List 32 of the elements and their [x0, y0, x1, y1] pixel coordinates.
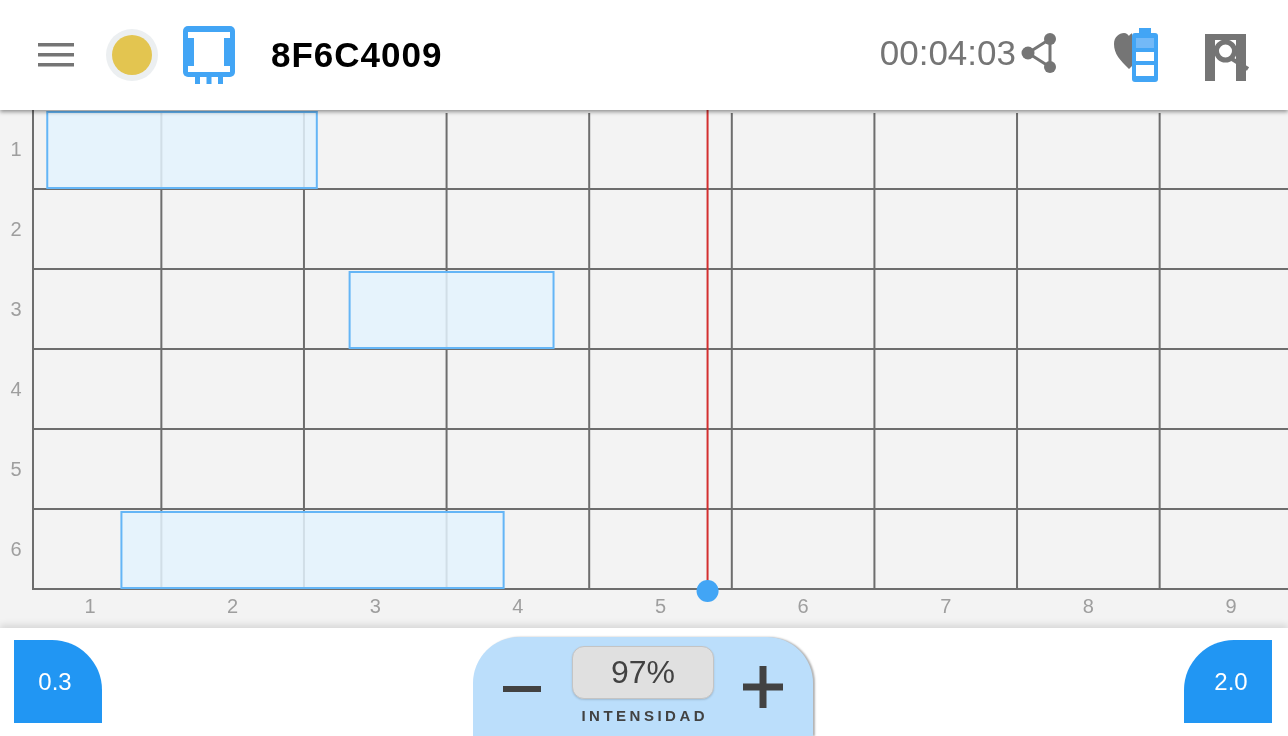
share-icon[interactable]	[1020, 32, 1058, 74]
column-label: 1	[84, 595, 96, 617]
column-label: 8	[1082, 595, 1094, 617]
column-label: 3	[369, 595, 381, 617]
preset-button[interactable]: 0.3	[14, 640, 102, 723]
chip-icon	[183, 26, 235, 84]
intensity-readout: 97%	[572, 646, 714, 699]
preset-button[interactable]: 2.0	[1184, 640, 1272, 723]
column-label: 9	[1225, 595, 1237, 617]
status-dot-icon	[106, 29, 158, 81]
row-label: 5	[10, 458, 22, 480]
playhead-handle-icon[interactable]	[696, 580, 719, 602]
menu-icon[interactable]	[38, 43, 74, 67]
row-label: 2	[10, 218, 22, 240]
column-label: 7	[940, 595, 952, 617]
row-label: 1	[10, 138, 22, 160]
row-label: 6	[10, 538, 22, 560]
timeline-block[interactable]	[46, 111, 318, 189]
plus-icon	[743, 665, 783, 708]
heart-icon	[1114, 33, 1132, 69]
frame-magnifier-icon[interactable]	[1205, 33, 1250, 81]
intensity-label: INTENSIDAD	[580, 707, 709, 725]
minus-icon	[503, 685, 541, 692]
elapsed-time: 00:04:03	[879, 33, 1016, 73]
column-label: 2	[227, 595, 239, 617]
column-label: 6	[797, 595, 809, 617]
row-label: 3	[10, 298, 22, 320]
device-title: 8F6C4009	[271, 35, 443, 75]
column-label: 4	[512, 595, 524, 617]
battery-icon	[1132, 28, 1158, 82]
column-label: 5	[654, 595, 667, 617]
row-label: 4	[10, 378, 22, 400]
